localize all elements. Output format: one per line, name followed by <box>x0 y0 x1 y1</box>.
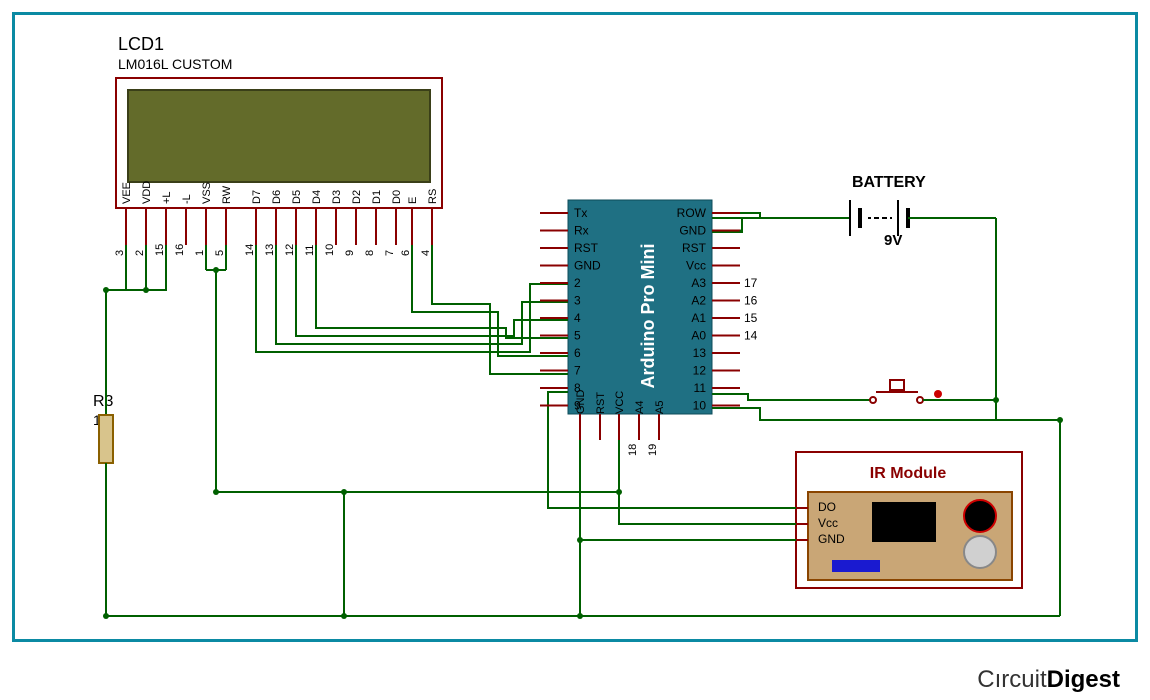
svg-text:A2: A2 <box>691 294 706 308</box>
svg-text:A0: A0 <box>691 329 706 343</box>
svg-text:17: 17 <box>744 276 758 290</box>
svg-text:11: 11 <box>694 381 707 395</box>
svg-text:8: 8 <box>364 250 376 256</box>
mcu-left-2: 2 <box>574 276 581 290</box>
svg-text:D0: D0 <box>391 190 403 204</box>
arduino-title: Arduino Pro Mini <box>638 244 658 389</box>
svg-text:10: 10 <box>324 244 336 256</box>
svg-text:15: 15 <box>154 244 166 256</box>
svg-text:4: 4 <box>420 250 432 256</box>
svg-text:VCC: VCC <box>614 391 626 414</box>
svg-text:15: 15 <box>744 311 758 325</box>
svg-text:D4: D4 <box>311 190 323 204</box>
svg-text:D5: D5 <box>291 190 303 204</box>
svg-text:12: 12 <box>284 244 296 256</box>
svg-text:A3: A3 <box>691 276 706 290</box>
lcd-screen <box>128 90 430 182</box>
ir-title: IR Module <box>870 465 947 482</box>
svg-text:16: 16 <box>744 294 758 308</box>
svg-text:13: 13 <box>264 244 276 256</box>
svg-text:18: 18 <box>627 444 639 456</box>
svg-text:D7: D7 <box>251 190 263 204</box>
svg-text:RS: RS <box>427 189 439 204</box>
svg-text:12: 12 <box>693 364 707 378</box>
svg-text:RW: RW <box>221 185 233 204</box>
mcu-left-5: 5 <box>574 329 581 343</box>
svg-text:1: 1 <box>194 250 206 256</box>
svg-text:14: 14 <box>744 329 758 343</box>
svg-text:VEE: VEE <box>121 182 133 204</box>
ir-pin-vcc: Vcc <box>818 516 838 530</box>
svg-text:GND: GND <box>679 224 706 238</box>
svg-text:VSS: VSS <box>201 182 213 204</box>
mcu-left-6: 6 <box>574 346 581 360</box>
mcu-left-Tx: Tx <box>574 206 587 220</box>
ir-pin-gnd: GND <box>818 532 845 546</box>
svg-text:D6: D6 <box>271 190 283 204</box>
svg-text:10: 10 <box>693 399 707 413</box>
svg-text:5: 5 <box>214 250 226 256</box>
svg-text:VDD: VDD <box>141 181 153 204</box>
mcu-left-7: 7 <box>574 364 581 378</box>
ir-pin-do: DO <box>818 500 836 514</box>
svg-text:16: 16 <box>174 244 186 256</box>
mcu-left-RST: RST <box>574 241 599 255</box>
mcu-left-3: 3 <box>574 294 581 308</box>
svg-text:GND: GND <box>575 390 587 415</box>
svg-text:-L: -L <box>181 194 193 204</box>
svg-text:E: E <box>407 197 419 204</box>
svg-text:+L: +L <box>161 191 173 204</box>
mcu-left-GND: GND <box>574 259 601 273</box>
svg-text:A4: A4 <box>634 401 646 414</box>
svg-text:Vcc: Vcc <box>686 259 706 273</box>
svg-text:2: 2 <box>134 250 146 256</box>
logo-b: Digest <box>1047 666 1120 693</box>
svg-text:9: 9 <box>344 250 356 256</box>
svg-text:D1: D1 <box>371 190 383 204</box>
svg-text:6: 6 <box>400 250 412 256</box>
svg-text:14: 14 <box>244 244 256 256</box>
logo: CırcuitDigest <box>977 666 1120 694</box>
mcu-left-4: 4 <box>574 311 581 325</box>
lcd-pin-legs <box>126 208 432 245</box>
svg-text:ROW: ROW <box>677 206 707 220</box>
svg-text:3: 3 <box>114 250 126 256</box>
svg-text:19: 19 <box>647 444 659 456</box>
svg-text:RST: RST <box>595 392 607 414</box>
svg-text:7: 7 <box>384 250 396 256</box>
resistor-body <box>99 415 113 463</box>
schematic-svg: .wire-g { stroke:#006000; stroke-width:2… <box>0 0 1150 700</box>
svg-text:13: 13 <box>693 346 707 360</box>
svg-text:11: 11 <box>304 245 316 256</box>
svg-text:RST: RST <box>682 241 707 255</box>
svg-text:A5: A5 <box>654 401 666 414</box>
svg-text:D3: D3 <box>331 190 343 204</box>
svg-text:D2: D2 <box>351 190 363 204</box>
logo-a: Cırcuit <box>977 666 1046 693</box>
svg-text:A1: A1 <box>691 311 706 325</box>
push-button <box>840 380 996 403</box>
mcu-left-Rx: Rx <box>574 224 589 238</box>
